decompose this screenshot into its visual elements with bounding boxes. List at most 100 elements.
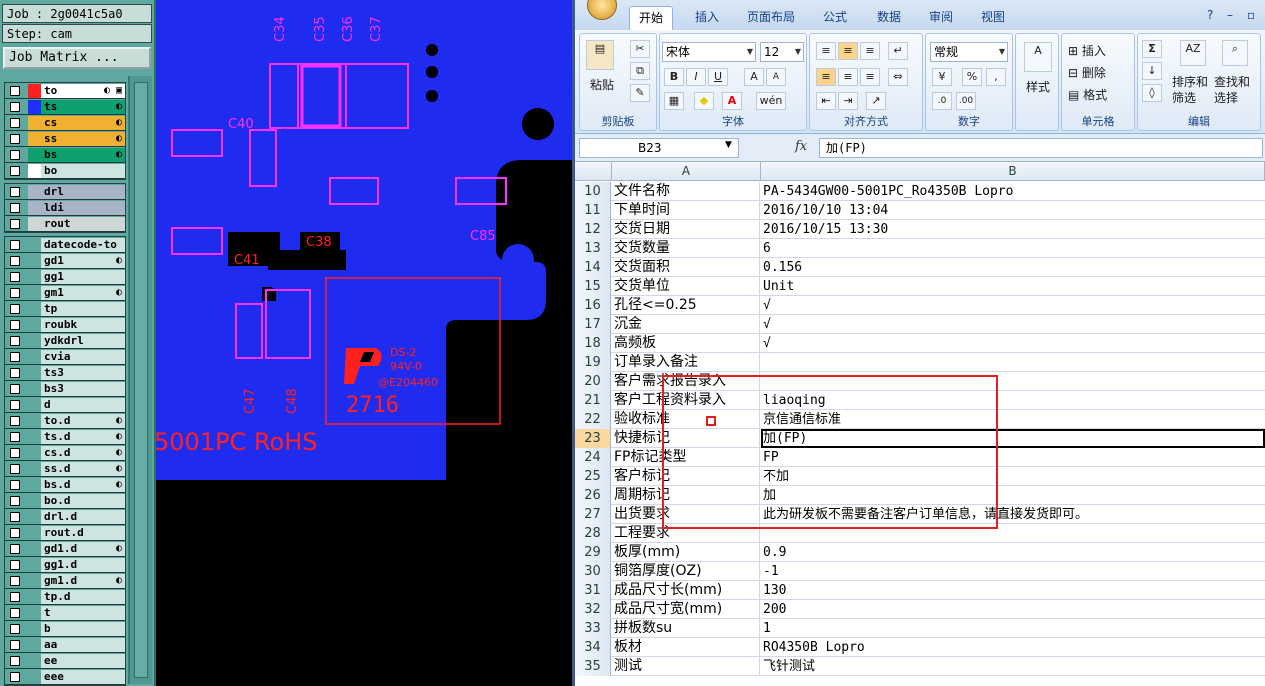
cell-a[interactable]: 文件名称 [612,182,760,201]
layer-checkbox[interactable] [10,511,20,522]
cell-a[interactable]: 成品尺寸宽(mm) [612,600,760,619]
layer-checkbox[interactable] [10,303,20,314]
layer-checkbox[interactable] [10,319,20,330]
tab-4[interactable]: 数据 [869,6,909,30]
cell-a[interactable]: 快捷标记 [612,429,760,448]
layer-row[interactable]: rout.d [5,525,125,541]
cell-b[interactable]: PA-5434GW00-5001PC_Ro4350B Lopro [761,182,1265,201]
layer-checkbox[interactable] [10,431,20,442]
row-number[interactable]: 35 [575,657,611,676]
name-box-chevron-down-icon[interactable]: ▼ [725,140,732,150]
layer-checkbox[interactable] [10,479,20,490]
cell-b[interactable]: liaoqing [761,391,1265,410]
cell-a[interactable]: 板厚(mm) [612,543,760,562]
row-number[interactable]: 22 [575,410,611,429]
decrease-indent-icon[interactable]: ⇤ [816,92,836,110]
layer-checkbox[interactable] [10,527,20,538]
fill-icon[interactable]: ↓ [1142,62,1162,80]
layer-row[interactable]: b [5,621,125,637]
cell-a[interactable]: 订单录入备注 [612,353,760,372]
row-number[interactable]: 33 [575,619,611,638]
align-right-icon[interactable]: ≡ [860,68,880,86]
minimize-icon[interactable]: – [1227,8,1233,22]
cell-b[interactable]: 6 [761,239,1265,258]
decrease-decimal-icon[interactable]: .00 [956,92,976,110]
layer-checkbox[interactable] [10,623,20,634]
format-painter-icon[interactable]: ✎ [630,84,650,102]
layer-checkbox[interactable] [10,186,20,197]
paste-label[interactable]: 粘贴 [590,76,614,93]
cell-b[interactable]: 0.156 [761,258,1265,277]
layer-checkbox[interactable] [10,575,20,586]
layer-row[interactable]: gd1.d ◐ [5,541,125,557]
layer-checkbox[interactable] [10,202,20,213]
font-name-select[interactable]: 宋体 ▼ [662,42,756,62]
layer-checkbox[interactable] [10,101,20,112]
layer-checkbox[interactable] [10,239,20,250]
cell-a[interactable]: 下单时间 [612,201,760,220]
cell-b[interactable]: Unit [761,277,1265,296]
increase-decimal-icon[interactable]: .0 [932,92,952,110]
border-icon[interactable]: ▦ [664,92,684,110]
cell-a[interactable]: 板材 [612,638,760,657]
pcb-graphic-view[interactable]: C34 C35 C36 C37 C40 C85 C38 C41 C47 C48 … [156,0,572,686]
row-number[interactable]: 31 [575,581,611,600]
cell-b[interactable]: 2016/10/10 13:04 [761,201,1265,220]
formula-input[interactable]: 加(FP) [819,138,1263,158]
row-number[interactable]: 15 [575,277,611,296]
layer-checkbox[interactable] [10,415,20,426]
row-number[interactable]: 20 [575,372,611,391]
find-select-label[interactable]: 查找和 选择 [1214,74,1250,106]
cell-a[interactable]: 验收标准 [612,410,760,429]
number-format-select[interactable]: 常规 ▼ [930,42,1008,62]
cell-a[interactable]: FP标记类型 [612,448,760,467]
currency-icon[interactable]: ¥ [932,68,952,86]
cell-b[interactable]: 1 [761,619,1265,638]
layer-row[interactable]: ss ◐ [5,131,125,147]
layer-checkbox[interactable] [10,591,20,602]
paste-icon[interactable]: ▤ [586,40,614,70]
row-number[interactable]: 34 [575,638,611,657]
cell-a[interactable]: 铜箔厚度(OZ) [612,562,760,581]
cell-b[interactable]: √ [761,334,1265,353]
cell-a[interactable]: 交货数量 [612,239,760,258]
cell-b[interactable]: 200 [761,600,1265,619]
restore-icon[interactable]: ▫ [1247,8,1255,22]
layer-checkbox[interactable] [10,287,20,298]
tab-2[interactable]: 页面布局 [737,6,805,30]
cell-a[interactable]: 出货要求 [612,505,760,524]
layer-checkbox[interactable] [10,463,20,474]
tab-1[interactable]: 插入 [687,6,727,30]
row-number[interactable]: 23 [575,429,611,448]
orientation-icon[interactable]: ↗ [866,92,886,110]
layer-row[interactable]: ldi [5,200,125,216]
cell-a[interactable]: 测试 [612,657,760,676]
layer-row[interactable]: gm1.d ◐ [5,573,125,589]
find-select-icon[interactable]: ⌕ [1222,40,1248,66]
layer-checkbox[interactable] [10,383,20,394]
cell-b[interactable]: √ [761,296,1265,315]
cell-a[interactable]: 成品尺寸长(mm) [612,581,760,600]
layer-row[interactable]: bo [5,163,125,179]
layer-row[interactable]: cs ◐ [5,115,125,131]
layer-row[interactable]: cvia [5,349,125,365]
wrap-text-icon[interactable]: ↵ [888,42,908,60]
bold-icon[interactable]: B [664,68,684,86]
layer-row[interactable]: ts ◐ [5,99,125,115]
row-number[interactable]: 30 [575,562,611,581]
fill-color-icon[interactable]: ◆ [694,92,714,110]
layer-row[interactable]: eee [5,669,125,685]
cell-a[interactable]: 客户需求报告录入 [612,372,760,391]
align-middle-icon[interactable]: ≡ [838,42,858,60]
layer-checkbox[interactable] [10,271,20,282]
comma-icon[interactable]: , [986,68,1006,86]
row-number[interactable]: 29 [575,543,611,562]
cell-b[interactable]: 京信通信标准 [761,410,1265,429]
merge-center-icon[interactable]: ⇔ [888,68,908,86]
layer-row[interactable]: ydkdrl [5,333,125,349]
fx-icon[interactable]: fx [795,139,807,154]
cell-b[interactable]: 2016/10/15 13:30 [761,220,1265,239]
cell-b[interactable]: -1 [761,562,1265,581]
cell-a[interactable]: 高频板 [612,334,760,353]
cell-b[interactable]: 不加 [761,467,1265,486]
